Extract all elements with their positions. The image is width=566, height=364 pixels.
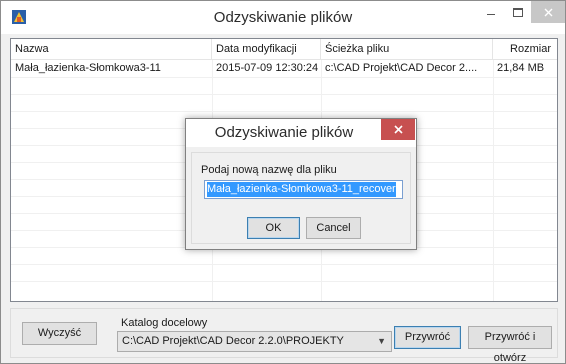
new-name-value: Mała_łazienka-Słomkowa3-11_recover bbox=[207, 182, 396, 197]
rename-prompt: Podaj nową nazwę dla pliku bbox=[201, 164, 337, 176]
restore-and-open-button[interactable]: Przywróć i otwórz bbox=[468, 326, 552, 364]
file-list-header: Nazwa Data modyfikacji Ścieżka pliku Roz… bbox=[11, 39, 557, 60]
column-header-name[interactable]: Nazwa bbox=[11, 39, 212, 60]
column-header-path[interactable]: Ścieżka pliku bbox=[321, 39, 493, 60]
clear-button[interactable]: Wyczyść bbox=[22, 322, 97, 345]
grid-line bbox=[11, 264, 557, 265]
grid-divider bbox=[493, 60, 494, 301]
close-button[interactable] bbox=[531, 1, 565, 23]
close-icon bbox=[544, 8, 552, 16]
target-dir-label: Katalog docelowy bbox=[121, 317, 208, 329]
minimize-icon bbox=[487, 13, 495, 15]
minimize-button[interactable] bbox=[477, 1, 505, 23]
grid-line bbox=[11, 281, 557, 282]
target-dir-value: C:\CAD Projekt\CAD Decor 2.2.0\PROJEKTY bbox=[122, 335, 344, 347]
table-row[interactable]: Mała_łazienka-Słomkowa3-11 2015-07-09 12… bbox=[11, 60, 557, 77]
maximize-button[interactable] bbox=[505, 1, 531, 23]
target-dir-select[interactable]: C:\CAD Projekt\CAD Decor 2.2.0\PROJEKTY … bbox=[117, 331, 392, 352]
maximize-icon bbox=[513, 7, 523, 17]
column-header-modified[interactable]: Data modyfikacji bbox=[212, 39, 321, 60]
dialog-title: Odzyskiwanie plików bbox=[214, 124, 354, 141]
restore-button[interactable]: Przywróć bbox=[394, 326, 461, 349]
grid-line bbox=[11, 111, 557, 112]
bottom-bar: Wyczyść Katalog docelowy C:\CAD Projekt\… bbox=[10, 308, 558, 364]
main-window: Odzyskiwanie plików Nazwa Data modyfikac… bbox=[0, 0, 566, 364]
grid-line bbox=[11, 94, 557, 95]
file-modified-cell: 2015-07-09 12:30:24 bbox=[216, 62, 319, 74]
file-path-cell: c:\CAD Projekt\CAD Decor 2.... bbox=[325, 62, 478, 74]
dialog-title-bar[interactable]: Odzyskiwanie plików bbox=[186, 119, 416, 147]
grid-line bbox=[11, 77, 557, 78]
close-icon bbox=[393, 125, 403, 134]
column-header-size[interactable]: Rozmiar bbox=[493, 39, 557, 60]
chevron-down-icon[interactable]: ▼ bbox=[377, 332, 386, 351]
rename-dialog: Odzyskiwanie plików Podaj nową nazwę dla… bbox=[185, 118, 417, 250]
dialog-body: Podaj nową nazwę dla pliku Mała_łazienka… bbox=[191, 152, 411, 244]
ok-button[interactable]: OK bbox=[247, 217, 300, 239]
file-name-cell: Mała_łazienka-Słomkowa3-11 bbox=[15, 62, 161, 74]
new-name-input[interactable]: Mała_łazienka-Słomkowa3-11_recover bbox=[204, 180, 403, 199]
dialog-close-button[interactable] bbox=[381, 119, 415, 140]
file-size-cell: 21,84 MB bbox=[497, 62, 545, 74]
title-bar[interactable]: Odzyskiwanie plików bbox=[1, 1, 565, 34]
cancel-button[interactable]: Cancel bbox=[306, 217, 361, 239]
